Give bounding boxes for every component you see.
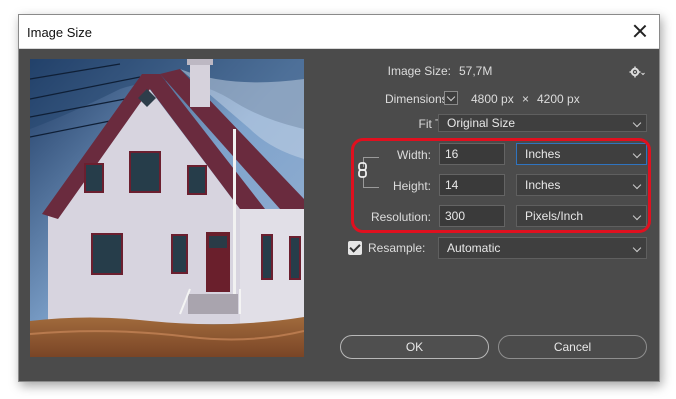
- height-input-value: 14: [445, 178, 459, 192]
- width-unit-value: Inches: [525, 147, 561, 161]
- resolution-input[interactable]: 300: [439, 205, 505, 227]
- chevron-down-icon: [632, 211, 642, 221]
- house-preview-image: [30, 59, 304, 357]
- cancel-button[interactable]: Cancel: [498, 335, 647, 359]
- chevron-down-icon: [632, 149, 642, 159]
- height-unit-select[interactable]: Inches: [516, 174, 647, 196]
- gear-dropdown-icon: [629, 66, 645, 78]
- dimensions-times: ×: [522, 92, 530, 106]
- dimensions-label: Dimensions:: [384, 92, 451, 106]
- fit-to-value: Original Size: [447, 116, 516, 130]
- height-input[interactable]: 14: [439, 174, 505, 196]
- chevron-down-icon: [632, 243, 642, 253]
- dimensions-width-px: 4800 px: [471, 92, 514, 106]
- resolution-input-value: 300: [445, 209, 466, 223]
- image-size-dialog: Image Size Image Size: 57,7M Dimensions:…: [18, 14, 660, 382]
- dialog-title: Image Size: [27, 25, 93, 40]
- close-icon[interactable]: [631, 22, 649, 40]
- chevron-down-icon: [632, 180, 642, 190]
- resample-method-value: Automatic: [447, 241, 501, 255]
- resolution-label: Resolution:: [370, 210, 431, 224]
- width-input-value: 16: [445, 147, 459, 161]
- chevron-down-icon: [446, 92, 456, 102]
- dimensions-height-px: 4200 px: [537, 92, 580, 106]
- width-unit-select[interactable]: Inches: [516, 143, 647, 165]
- fit-to-label: Fit To:: [418, 117, 451, 131]
- gear-icon[interactable]: [629, 65, 645, 78]
- fit-to-select[interactable]: Original Size: [438, 114, 647, 132]
- title-bar: Image Size: [19, 15, 659, 49]
- resolution-unit-select[interactable]: Pixels/Inch: [516, 205, 647, 227]
- chevron-down-icon: [632, 118, 642, 128]
- width-label: Width:: [396, 148, 431, 162]
- dimensions-unit-toggle[interactable]: [444, 91, 458, 105]
- resample-method-select[interactable]: Automatic: [438, 237, 647, 259]
- chain-link-icon: [358, 162, 367, 178]
- resample-checkbox[interactable]: [348, 241, 362, 255]
- image-preview[interactable]: [30, 59, 304, 357]
- resample-label: Resample:: [368, 241, 426, 255]
- height-unit-value: Inches: [525, 178, 561, 192]
- image-size-value: 57,7M: [459, 64, 493, 78]
- ok-button[interactable]: OK: [340, 335, 489, 359]
- height-label: Height:: [392, 179, 431, 193]
- resolution-unit-value: Pixels/Inch: [525, 209, 584, 223]
- constrain-proportions-icon[interactable]: [356, 162, 370, 178]
- image-size-label: Image Size:: [387, 64, 451, 78]
- width-input[interactable]: 16: [439, 143, 505, 165]
